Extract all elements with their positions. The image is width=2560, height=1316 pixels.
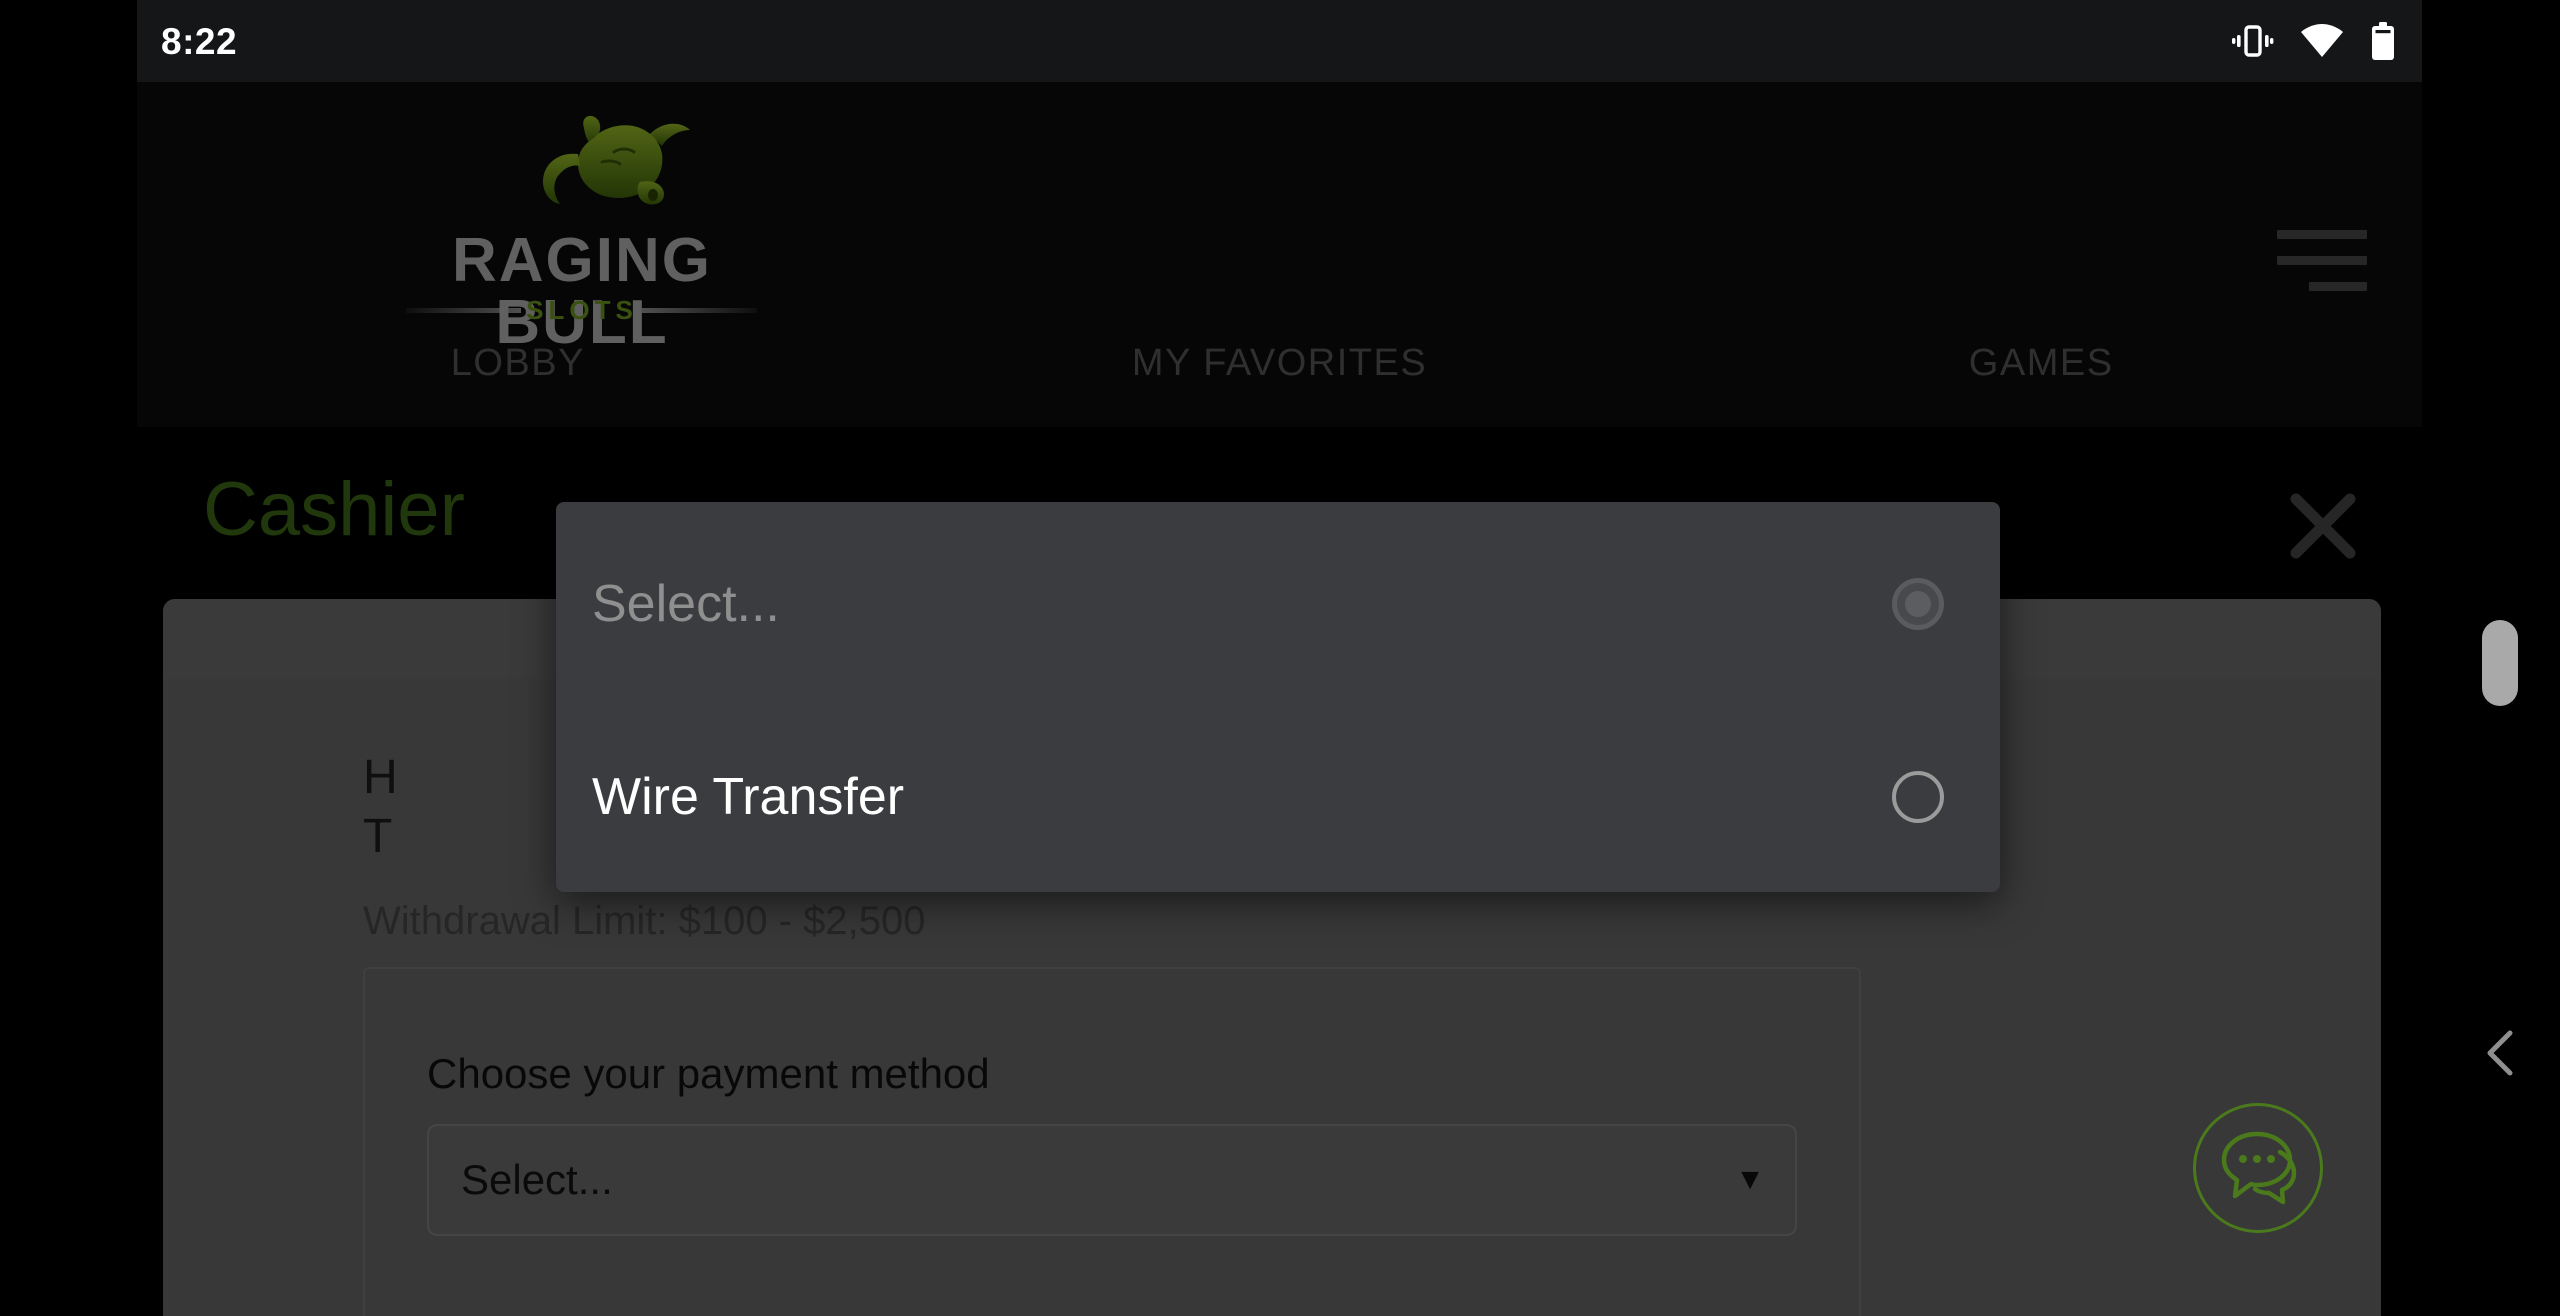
withdrawal-limit-text: Withdrawal Limit: $100 - $2,500 — [363, 899, 926, 943]
dialog-option-wire-transfer[interactable]: Wire Transfer — [556, 737, 2000, 857]
status-icons — [2232, 22, 2396, 60]
payment-method-label: Choose your payment method — [427, 1050, 990, 1097]
main-nav: LOBBY MY FAVORITES GAMES — [137, 342, 2422, 385]
chevron-down-icon: ▼ — [1735, 1163, 1765, 1196]
screen-root: Cashier Deposit Withdraw H T Withdrawal … — [0, 0, 2560, 1316]
chat-bubbles-icon — [2214, 1126, 2302, 1211]
scrollbar[interactable] — [2482, 620, 2518, 706]
brand-logo[interactable]: RAGING BULL SLOTS — [392, 112, 772, 354]
dialog-option-label: Wire Transfer — [592, 768, 905, 826]
dialog-option-select[interactable]: Select... — [556, 544, 2000, 664]
scrollbar-thumb[interactable] — [2482, 620, 2518, 706]
close-icon[interactable] — [2286, 489, 2360, 563]
radio-button-selected[interactable] — [1892, 578, 1944, 630]
vibrate-icon — [2232, 24, 2274, 58]
nav-item-lobby[interactable]: LOBBY — [137, 342, 899, 385]
radio-button-unselected[interactable] — [1892, 771, 1944, 823]
brand-subtitle: SLOTS — [526, 295, 638, 325]
nav-item-games[interactable]: GAMES — [1660, 342, 2422, 385]
page-title: Cashier — [203, 467, 465, 552]
chat-support-button[interactable] — [2193, 1103, 2323, 1233]
status-time: 8:22 — [161, 20, 238, 62]
battery-icon — [2370, 22, 2396, 60]
nav-item-my-favorites[interactable]: MY FAVORITES — [899, 342, 1661, 385]
wifi-icon — [2300, 24, 2344, 58]
chevron-left-icon[interactable] — [2478, 1025, 2526, 1081]
site-header: RAGING BULL SLOTS LOBBY MY FAVORITES GAM… — [137, 82, 2422, 427]
brand-name: RAGING BULL — [452, 226, 712, 357]
device-bezel-left — [0, 0, 137, 1316]
status-bar: 8:22 — [137, 0, 2422, 82]
payment-method-select-value: Select... — [461, 1156, 613, 1203]
dialog-option-label: Select... — [592, 575, 780, 633]
payment-method-dialog: Select... Wire Transfer — [556, 502, 2000, 892]
hamburger-menu-icon[interactable] — [2277, 230, 2367, 292]
payment-method-select[interactable]: Select... ▼ — [427, 1124, 1797, 1236]
payment-method-panel: Choose your payment method Select... ▼ — [363, 967, 1861, 1316]
withdraw-heading: H T — [363, 751, 398, 863]
bull-head-icon — [522, 112, 712, 242]
